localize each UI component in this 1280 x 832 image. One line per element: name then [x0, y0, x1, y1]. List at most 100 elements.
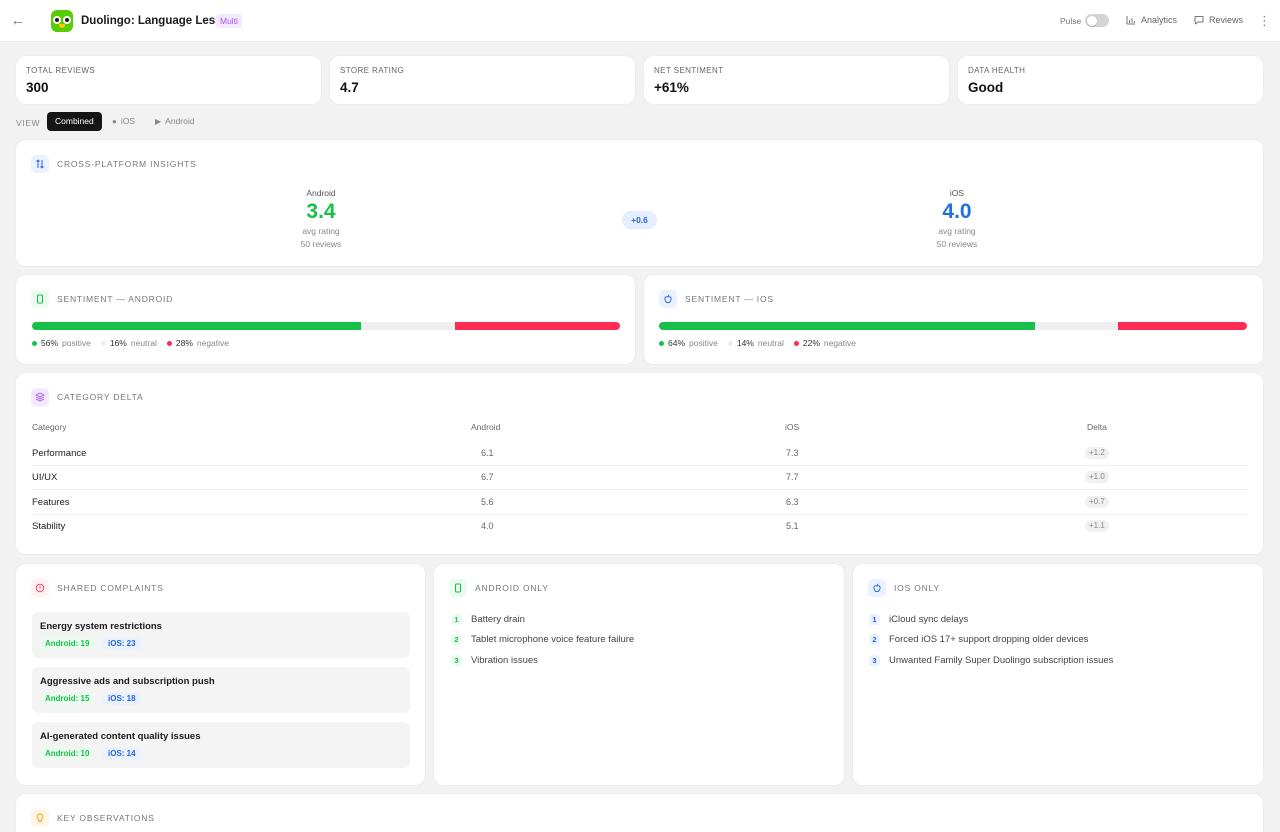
negative-segment	[1117, 322, 1247, 330]
view-option-combined[interactable]: Combined	[47, 112, 102, 131]
neutral-label: neutral	[757, 338, 784, 348]
complaint-title: AI-generated content quality issues	[40, 731, 201, 742]
stat-label: DATA HEALTH	[968, 66, 1026, 75]
section-title: KEY OBSERVATIONS	[57, 813, 155, 823]
delta-chip: +1.1	[1085, 520, 1109, 532]
delta-chip: +1.2	[1085, 447, 1109, 459]
positive-segment	[659, 322, 1036, 330]
more-vertical-icon[interactable]: ⋮	[1258, 13, 1271, 29]
neutral-label: neutral	[130, 338, 157, 348]
review-count: 50 reviews	[936, 239, 978, 249]
android-avg-rating: 3.4	[306, 200, 336, 223]
table-row: Performance 6.1 7.3 +1.2	[32, 442, 1248, 466]
android-count-chip: Android: 15	[40, 692, 95, 705]
section-title: CATEGORY DELTA	[57, 392, 144, 402]
view-option-android[interactable]: ▶ Android	[147, 112, 202, 131]
positive-pct: 56%	[41, 338, 59, 348]
category-name: Performance	[32, 448, 87, 459]
chat-bubble-icon	[1194, 16, 1204, 25]
apple-icon: ●	[112, 117, 117, 126]
review-count: 50 reviews	[300, 239, 342, 249]
play-icon: ▶	[155, 117, 162, 126]
stat-label: TOTAL REVIEWS	[26, 66, 96, 75]
stat-value: 300	[26, 80, 49, 95]
stat-card-net-sentiment: NET SENTIMENT +61%	[644, 56, 949, 104]
stat-card-data-health: DATA HEALTH Good	[958, 56, 1263, 104]
pulse-toggle[interactable]	[1085, 14, 1109, 27]
multi-badge: Multi	[216, 14, 242, 28]
reviews-link[interactable]: Reviews	[1194, 15, 1243, 25]
positive-dot	[659, 340, 664, 346]
category-name: Stability	[32, 521, 66, 532]
negative-pct: 22%	[802, 338, 820, 348]
section-title: ANDROID ONLY	[475, 583, 549, 593]
positive-label: positive	[689, 338, 718, 348]
list-item: 2 Forced iOS 17+ support dropping older …	[869, 634, 1088, 645]
android-only-card: ANDROID ONLY	[434, 564, 844, 785]
negative-label: negative	[823, 338, 857, 348]
section-title: SENTIMENT — IOS	[685, 294, 774, 304]
bar-chart-icon	[1126, 16, 1135, 25]
sentiment-ios-card: SENTIMENT — IOS 64% positive 14% neutral 2…	[644, 275, 1263, 364]
rating-delta-pill: +0.6	[622, 211, 657, 229]
apple-icon	[868, 579, 886, 597]
phone-icon	[31, 290, 49, 308]
ios-score: 7.7	[786, 472, 799, 482]
delta-chip: +1.0	[1085, 471, 1109, 483]
stat-value: Good	[968, 80, 1004, 95]
column-header-category: Category	[32, 422, 67, 432]
avg-rating-caption: avg rating	[302, 226, 340, 236]
stat-value: +61%	[654, 80, 689, 95]
stat-card-store-rating: STORE RATING 4.7	[330, 56, 635, 104]
negative-label: negative	[196, 338, 230, 348]
analytics-link[interactable]: Analytics	[1126, 15, 1177, 25]
alert-circle-icon	[31, 579, 49, 597]
issue-text: Unwanted Family Super Duolingo subscript…	[889, 655, 1114, 666]
apple-icon	[659, 290, 677, 308]
list-item: Energy system restrictions Android: 19 i…	[32, 612, 410, 658]
issue-text: Tablet microphone voice feature failure	[471, 634, 635, 645]
android-count-chip: Android: 10	[40, 747, 95, 760]
back-arrow-icon[interactable]: ←	[10, 13, 26, 29]
positive-pct: 64%	[668, 338, 686, 348]
negative-pct: 28%	[175, 338, 193, 348]
column-header-delta: Delta	[1087, 422, 1107, 432]
android-score: 6.7	[481, 472, 494, 482]
table-row: Stability 4.0 5.1 +1.1	[32, 515, 1248, 539]
lightbulb-icon	[31, 809, 49, 827]
item-number: 3	[451, 655, 462, 666]
section-header: CATEGORY DELTA	[31, 388, 143, 406]
positive-dot	[32, 340, 37, 346]
section-header: SENTIMENT — ANDROID	[31, 290, 173, 308]
item-number: 2	[869, 634, 880, 645]
view-option-label: iOS	[120, 116, 136, 126]
app-logo	[51, 10, 73, 32]
positive-label: positive	[62, 338, 91, 348]
item-number: 1	[451, 614, 462, 625]
stat-label: NET SENTIMENT	[654, 66, 724, 75]
table-row: UI/UX 6.7 7.7 +1.0	[32, 466, 1248, 490]
item-number: 2	[451, 634, 462, 645]
avg-rating-caption: avg rating	[938, 226, 976, 236]
analytics-label: Analytics	[1141, 15, 1178, 25]
view-label: VIEW	[16, 118, 41, 128]
ios-count-chip: iOS: 14	[103, 747, 141, 760]
phone-icon	[449, 579, 467, 597]
view-option-ios[interactable]: ● iOS	[104, 112, 143, 131]
ios-count-chip: iOS: 23	[103, 637, 141, 650]
ios-score: 6.3	[786, 497, 799, 507]
reviews-label: Reviews	[1209, 15, 1244, 25]
neutral-dot	[727, 340, 733, 346]
column-header-ios: iOS	[785, 422, 800, 432]
negative-segment	[455, 322, 620, 330]
category-name: Features	[32, 497, 70, 508]
issue-text: iCloud sync delays	[889, 614, 969, 625]
stat-value: 4.7	[340, 80, 359, 95]
list-item: 1 iCloud sync delays	[869, 614, 968, 625]
section-header: KEY OBSERVATIONS	[31, 809, 155, 827]
section-title: SHARED COMPLAINTS	[57, 583, 164, 593]
platform-label: Android	[306, 188, 336, 198]
android-rating-block: Android 3.4 avg rating 50 reviews	[261, 188, 381, 250]
neutral-pct: 16%	[109, 338, 127, 348]
section-header: SENTIMENT — IOS	[659, 290, 774, 308]
